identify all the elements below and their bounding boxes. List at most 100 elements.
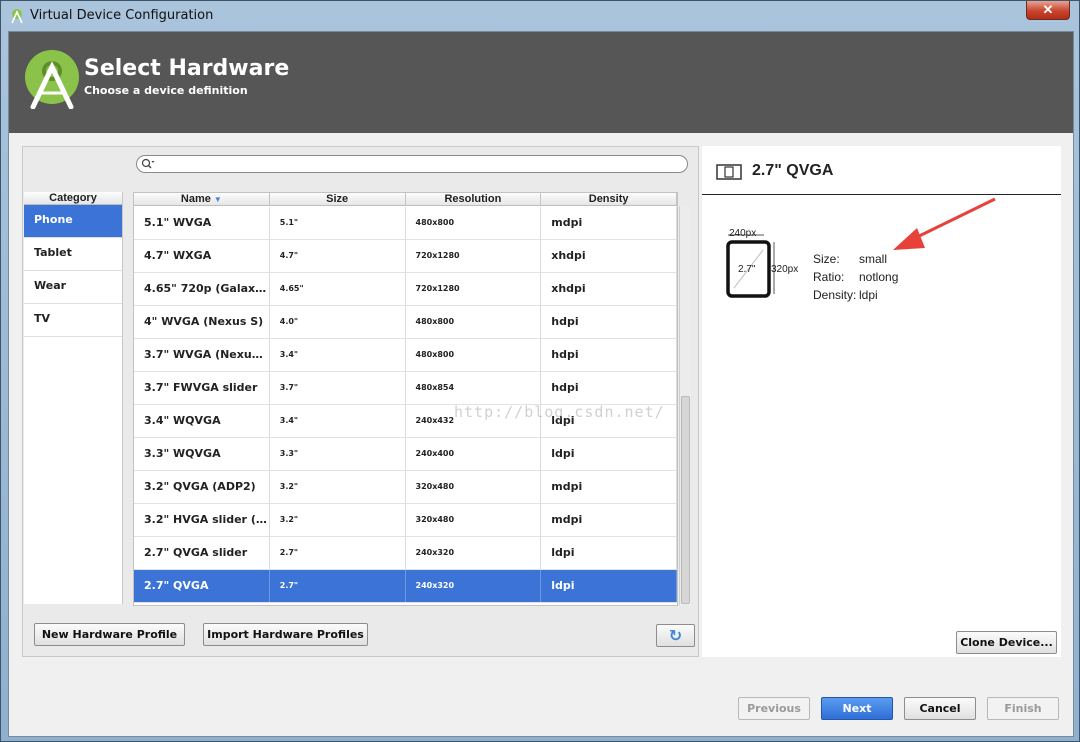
hardware-list-panel: Category Phone Tablet Wear TV Name ▼ Siz…	[22, 146, 699, 657]
table-row[interactable]: 3.2" HVGA slider (A... 3.2" 320x480 mdpi	[134, 504, 677, 537]
column-header-density[interactable]: Density	[541, 193, 677, 205]
previous-button[interactable]: Previous	[738, 697, 810, 720]
scrollbar-thumb[interactable]	[681, 396, 690, 604]
device-details-panel: 2.7" QVGA 240px 320px 2.7" Size: small R…	[702, 146, 1061, 657]
title-bar[interactable]: Virtual Device Configuration ✕	[1, 1, 1079, 31]
table-row[interactable]: 2.7" QVGA slider 2.7" 240x320 ldpi	[134, 537, 677, 570]
cell-resolution: 480x800	[406, 207, 542, 239]
cell-size: 2.7"	[270, 537, 406, 569]
android-studio-icon	[11, 9, 23, 24]
cell-resolution: 480x800	[406, 339, 542, 371]
red-arrow-annotation-icon	[893, 197, 996, 250]
next-button[interactable]: Next	[821, 697, 893, 720]
table-header: Name ▼ Size Resolution Density	[134, 193, 677, 206]
page-title: Select Hardware	[84, 56, 290, 81]
cell-resolution: 720x1280	[406, 273, 542, 305]
table-row[interactable]: 4.7" WXGA 4.7" 720x1280 xhdpi	[134, 240, 677, 273]
category-header: Category	[24, 192, 122, 205]
import-hardware-profiles-button[interactable]: Import Hardware Profiles	[203, 623, 368, 646]
cell-size: 3.2"	[270, 504, 406, 536]
cell-density: mdpi	[541, 471, 677, 503]
category-item-tv[interactable]: TV	[24, 304, 122, 337]
cell-density: xhdpi	[541, 240, 677, 272]
cell-size: 3.4"	[270, 339, 406, 371]
clone-device-button[interactable]: Clone Device...	[956, 631, 1057, 654]
cell-size: 3.3"	[270, 438, 406, 470]
finish-button[interactable]: Finish	[987, 697, 1059, 720]
column-header-resolution[interactable]: Resolution	[406, 193, 542, 205]
cell-size: 4.7"	[270, 240, 406, 272]
table-row[interactable]: 5.1" WVGA 5.1" 480x800 mdpi	[134, 207, 677, 240]
page-subtitle: Choose a device definition	[84, 84, 248, 97]
column-header-name[interactable]: Name ▼	[134, 193, 270, 205]
cell-name: 4.7" WXGA	[134, 240, 270, 272]
device-title: 2.7" QVGA	[752, 162, 834, 179]
cell-name: 4.65" 720p (Galaxy ...	[134, 273, 270, 305]
cell-size: 5.1"	[270, 207, 406, 239]
cell-density: ldpi	[541, 438, 677, 470]
category-item-tablet[interactable]: Tablet	[24, 238, 122, 271]
close-window-button[interactable]: ✕	[1026, 1, 1070, 20]
cell-name: 3.7" FWVGA slider	[134, 372, 270, 404]
spec-density: Density: ldpi	[813, 288, 878, 302]
dialog-client: Select Hardware Choose a device definiti…	[8, 31, 1074, 737]
cell-size: 4.0"	[270, 306, 406, 338]
cancel-button[interactable]: Cancel	[904, 697, 976, 720]
cell-density: ldpi	[541, 537, 677, 569]
window-title: Virtual Device Configuration	[30, 8, 214, 23]
table-row[interactable]: 3.3" WQVGA 3.3" 240x400 ldpi	[134, 438, 677, 471]
table-row[interactable]: 3.7" WVGA (Nexus ... 3.4" 480x800 hdpi	[134, 339, 677, 372]
sort-descending-icon: ▼	[213, 195, 222, 204]
table-row[interactable]: 3.7" FWVGA slider 3.7" 480x854 hdpi	[134, 372, 677, 405]
cell-name: 4" WVGA (Nexus S)	[134, 306, 270, 338]
table-row[interactable]: 4" WVGA (Nexus S) 4.0" 480x800 hdpi	[134, 306, 677, 339]
device-preview: 240px 320px 2.7"	[720, 228, 810, 302]
search-input[interactable]	[136, 155, 688, 173]
cell-size: 4.65"	[270, 273, 406, 305]
spec-ratio-label: Ratio:	[813, 270, 845, 284]
cell-density: hdpi	[541, 306, 677, 338]
cell-density: mdpi	[541, 207, 677, 239]
cell-resolution: 240x400	[406, 438, 542, 470]
cell-density: hdpi	[541, 339, 677, 371]
table-scrollbar[interactable]	[679, 206, 691, 605]
category-item-phone[interactable]: Phone	[24, 205, 122, 238]
spec-ratio-value: notlong	[859, 270, 899, 284]
device-table: Name ▼ Size Resolution Density 5.1" WVGA…	[133, 192, 678, 606]
cell-density: ldpi	[541, 570, 677, 602]
category-item-wear[interactable]: Wear	[24, 271, 122, 304]
new-hardware-profile-button[interactable]: New Hardware Profile	[34, 623, 185, 646]
android-studio-logo-icon	[25, 50, 79, 109]
cell-size: 2.7"	[270, 570, 406, 602]
preview-height-label: 320px	[771, 264, 799, 275]
cell-name: 3.4" WQVGA	[134, 405, 270, 437]
spec-size-value: small	[859, 252, 888, 266]
preview-width-label: 240px	[729, 228, 757, 239]
category-list: Category Phone Tablet Wear TV	[24, 192, 123, 604]
search-icon	[141, 158, 155, 169]
table-row[interactable]: 4.65" 720p (Galaxy ... 4.65" 720x1280 xhdpi	[134, 273, 677, 306]
cell-size: 3.7"	[270, 372, 406, 404]
refresh-button[interactable]: ↻	[656, 624, 695, 647]
table-row[interactable]: 3.2" QVGA (ADP2) 3.2" 320x480 mdpi	[134, 471, 677, 504]
column-header-name-label: Name	[180, 193, 211, 205]
spec-density-label: Density:	[813, 288, 857, 302]
column-header-size[interactable]: Size	[270, 193, 406, 205]
cell-density: hdpi	[541, 372, 677, 404]
cell-name: 3.3" WQVGA	[134, 438, 270, 470]
cell-size: 3.2"	[270, 471, 406, 503]
virtual-device-configuration-window: Virtual Device Configuration ✕ Select Ha…	[0, 0, 1080, 742]
cell-resolution: 480x800	[406, 306, 542, 338]
preview-diagonal-label: 2.7"	[738, 264, 756, 275]
cell-name: 3.7" WVGA (Nexus ...	[134, 339, 270, 371]
table-row[interactable]: 2.7" QVGA 2.7" 240x320 ldpi	[134, 570, 677, 603]
cell-name: 3.2" HVGA slider (A...	[134, 504, 270, 536]
refresh-icon: ↻	[668, 626, 683, 645]
cell-size: 3.4"	[270, 405, 406, 437]
cell-density: mdpi	[541, 504, 677, 536]
cell-resolution: 240x320	[406, 537, 542, 569]
cell-resolution: 240x320	[406, 570, 542, 602]
cell-resolution: 320x480	[406, 504, 542, 536]
details-divider	[702, 194, 1061, 195]
wizard-header: Select Hardware Choose a device definiti…	[9, 32, 1073, 133]
